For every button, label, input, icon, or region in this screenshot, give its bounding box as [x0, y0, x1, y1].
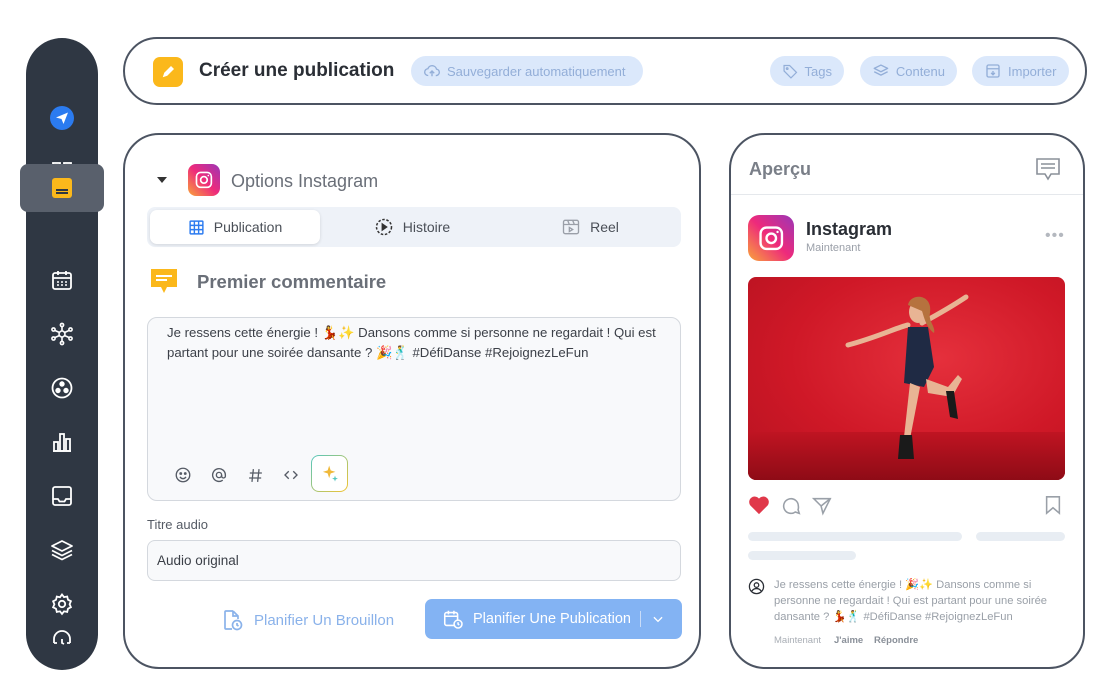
first-comment-title: Premier commentaire: [197, 271, 387, 292]
page-title: Créer une publication: [199, 60, 395, 81]
comment-bubble-icon: [149, 266, 179, 296]
comment-textarea[interactable]: Je ressens cette énergie ! 💃✨ Dansons co…: [147, 317, 681, 501]
sidebar-item-calendar[interactable]: [26, 260, 98, 300]
calendar-icon: [52, 271, 72, 290]
collapse-chevron-icon[interactable]: [157, 177, 167, 183]
layers-icon: [51, 540, 73, 561]
sidebar-item-network[interactable]: [26, 314, 98, 354]
user-avatar-icon: [748, 578, 765, 595]
post-timestamp: Maintenant: [806, 242, 861, 254]
send-logo-icon: [50, 106, 74, 130]
tag-icon: [783, 64, 798, 79]
mention-icon[interactable]: [206, 462, 232, 488]
preview-caption: Je ressens cette énergie ! 🎉✨ Dansons co…: [774, 579, 1048, 623]
sidebar-item-support[interactable]: [26, 618, 98, 658]
comment-icon[interactable]: [1035, 157, 1061, 181]
header-bar: Créer une publication Sauvegarder automa…: [123, 37, 1087, 105]
tags-label: Tags: [804, 63, 832, 79]
cloud-upload-icon: [424, 65, 440, 77]
audio-title-input[interactable]: Audio original: [147, 540, 681, 581]
reply-link[interactable]: Répondre: [874, 635, 918, 646]
share-send-icon[interactable]: [811, 495, 833, 517]
like-link[interactable]: J'aime: [834, 635, 863, 646]
import-icon: [986, 64, 1000, 78]
sidebar-item-home[interactable]: [26, 98, 98, 138]
preview-panel: Aperçu Instagram Maintenant ••• Je resse…: [729, 133, 1085, 669]
comment-bubble-outline-icon[interactable]: [780, 495, 802, 517]
schedule-draft-button[interactable]: Planifier Un Brouillon: [220, 605, 394, 635]
network-icon: [51, 322, 73, 346]
content-label: Contenu: [895, 63, 945, 79]
autosave-label: Sauvegarder automatiquement: [447, 63, 626, 79]
dancer-figure: [845, 294, 969, 459]
settings-icon: [51, 593, 73, 616]
story-icon: [375, 218, 393, 236]
support-icon: [53, 630, 71, 645]
like-heart-icon[interactable]: [748, 495, 770, 515]
import-button[interactable]: Importer: [972, 56, 1069, 86]
tab-histoire[interactable]: Histoire: [327, 210, 497, 244]
comment-text: Je ressens cette énergie ! 💃✨ Dansons co…: [167, 325, 656, 360]
sidebar-item-analytics[interactable]: [26, 422, 98, 462]
bookmark-icon[interactable]: [1044, 495, 1062, 515]
sidebar: [20, 38, 104, 670]
account-name: Instagram: [806, 219, 893, 239]
button-divider: [639, 611, 641, 627]
instagram-options-panel: Options Instagram Publication Histoire R…: [123, 133, 701, 669]
chevron-down-icon[interactable]: [651, 612, 665, 626]
skeleton-line: [748, 551, 856, 560]
instagram-avatar-icon: [748, 215, 794, 261]
caption-time: Maintenant: [774, 635, 822, 646]
sidebar-item-inbox[interactable]: [26, 476, 98, 516]
divider: [731, 194, 1083, 195]
create-post-icon: [153, 57, 183, 87]
inbox-icon: [52, 486, 72, 506]
emoji-icon[interactable]: [170, 462, 196, 488]
grid-icon: [189, 219, 204, 235]
compose-icon: [52, 178, 72, 198]
sidebar-item-layers[interactable]: [26, 530, 98, 570]
calendar-clock-icon: [443, 610, 463, 629]
post-type-tabs: Publication Histoire Reel: [147, 207, 681, 247]
skeleton-line: [748, 532, 962, 541]
tags-button[interactable]: Tags: [770, 56, 844, 86]
content-button[interactable]: Contenu: [860, 56, 957, 86]
instagram-logo-icon: [188, 164, 220, 196]
preview-title: Aperçu: [749, 159, 812, 179]
analytics-icon: [53, 433, 71, 452]
sidebar-item-compose[interactable]: [20, 164, 104, 212]
sidebar-item-connections[interactable]: [26, 368, 98, 408]
draft-schedule-icon: [224, 610, 243, 631]
options-title: Options Instagram: [231, 171, 379, 191]
more-options-icon[interactable]: •••: [1045, 227, 1065, 245]
hashtag-icon[interactable]: [242, 462, 268, 488]
autosave-button[interactable]: Sauvegarder automatiquement: [411, 56, 643, 86]
tab-publication[interactable]: Publication: [150, 210, 320, 244]
schedule-publication-button[interactable]: Planifier Une Publication: [425, 599, 682, 639]
audio-title-label: Titre audio: [147, 517, 208, 532]
import-label: Importer: [1008, 63, 1057, 79]
ai-sparkle-icon[interactable]: [311, 455, 348, 492]
post-image: [748, 277, 1065, 480]
layers-icon: [873, 64, 889, 76]
connections-icon: [51, 377, 73, 399]
reel-icon: [562, 219, 580, 235]
tab-reel[interactable]: Reel: [505, 210, 675, 244]
code-icon[interactable]: [278, 462, 304, 488]
skeleton-line: [976, 532, 1065, 541]
